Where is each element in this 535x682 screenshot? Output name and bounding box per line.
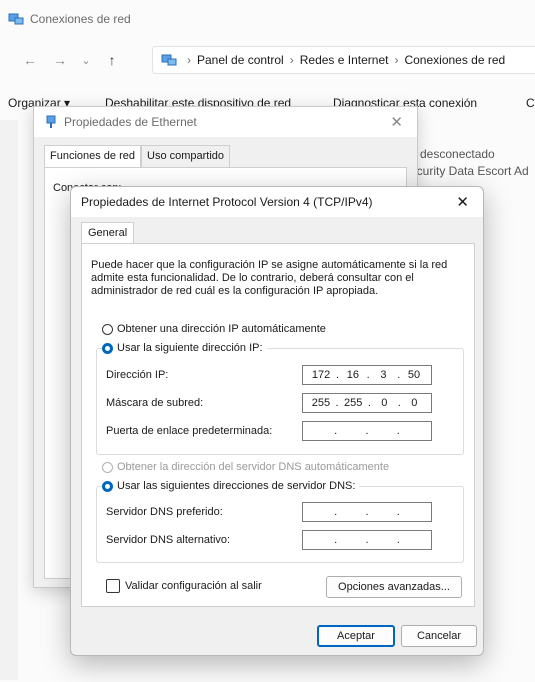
- dns-manual-radio[interactable]: Usar las siguientes direcciones de servi…: [102, 480, 360, 492]
- subnet-field[interactable]: 255. 255. 0. 0: [302, 393, 432, 413]
- arrow-right-icon[interactable]: →: [48, 48, 72, 72]
- dns-auto-radio[interactable]: Obtener la dirección del servidor DNS au…: [102, 461, 389, 473]
- octet: 50: [407, 369, 421, 381]
- control-panel-icon: [161, 54, 177, 66]
- arrow-left-icon[interactable]: ←: [18, 48, 42, 72]
- dns-auto-label: Obtener la dirección del servidor DNS au…: [117, 461, 390, 473]
- explorer-titlebar: Conexiones de red: [0, 0, 535, 38]
- tab-sharing[interactable]: Uso compartido: [141, 145, 231, 167]
- connection-status: d desconectado ecurity Data Escort Ad: [410, 146, 529, 180]
- octet-dot: .: [334, 534, 338, 546]
- network-connections-icon: [8, 13, 24, 25]
- ethernet-dialog-titlebar: Propiedades de Ethernet: [34, 107, 417, 137]
- dns-preferred-field[interactable]: . . .: [302, 502, 432, 522]
- octet-dot: .: [367, 397, 371, 409]
- tab-network-functions[interactable]: Funciones de red: [44, 145, 141, 167]
- address-bar[interactable]: › Panel de control › Redes e Internet › …: [152, 46, 535, 74]
- octet-dot: .: [397, 397, 401, 409]
- gateway-field[interactable]: . . .: [302, 421, 432, 441]
- octet-dot: .: [366, 369, 370, 381]
- ok-button[interactable]: Aceptar: [317, 625, 395, 647]
- octet-dot: .: [336, 369, 340, 381]
- ip-manual-label: Usar la siguiente dirección IP:: [117, 342, 263, 354]
- octet-dot: .: [365, 534, 369, 546]
- dns-preferred-label: Servidor DNS preferido:: [106, 506, 223, 518]
- octet: 16: [346, 369, 359, 381]
- octet-dot: .: [396, 425, 400, 437]
- left-pane: [0, 120, 18, 680]
- octet: 172: [311, 369, 331, 381]
- dns-alternate-field[interactable]: . . .: [302, 530, 432, 550]
- dns-alternate-label: Servidor DNS alternativo:: [106, 534, 231, 546]
- breadcrumb-item[interactable]: Panel de control: [197, 53, 284, 67]
- ipv4-dialog-title: Propiedades de Internet Protocol Version…: [81, 195, 373, 209]
- arrow-up-icon[interactable]: ↑: [100, 48, 124, 72]
- gateway-label: Puerta de enlace predeterminada:: [106, 425, 273, 437]
- window-title: Conexiones de red: [30, 12, 131, 26]
- octet: 0: [381, 397, 388, 409]
- ip-auto-radio[interactable]: Obtener una dirección IP automáticamente: [102, 323, 326, 335]
- more-command[interactable]: C: [526, 96, 535, 110]
- validate-label: Validar configuración al salir: [125, 580, 262, 592]
- octet-dot: .: [335, 397, 339, 409]
- octet-dot: .: [396, 534, 400, 546]
- radio-unchecked-icon: [102, 461, 113, 473]
- ethernet-tabs: Funciones de red Uso compartido: [44, 145, 231, 167]
- subnet-label: Máscara de subred:: [106, 397, 204, 409]
- close-icon[interactable]: ✕: [456, 193, 469, 211]
- breadcrumb-separator-icon: ›: [289, 53, 294, 67]
- dns-groupbox: [96, 486, 464, 563]
- cancel-button[interactable]: Cancelar: [401, 625, 477, 647]
- breadcrumb-separator-icon: ›: [394, 53, 399, 67]
- ip-auto-label: Obtener una dirección IP automáticamente: [117, 323, 326, 335]
- chevron-down-icon[interactable]: ⌄: [74, 48, 98, 72]
- octet-dot: .: [365, 425, 369, 437]
- octet: 0: [411, 397, 418, 409]
- octet-dot: .: [397, 369, 401, 381]
- dns-manual-label: Usar las siguientes direcciones de servi…: [117, 480, 356, 492]
- ip-address-field[interactable]: 172. 16. 3. 50: [302, 365, 432, 385]
- ip-manual-radio[interactable]: Usar la siguiente dirección IP:: [102, 342, 267, 354]
- ipv4-properties-dialog: Propiedades de Internet Protocol Version…: [70, 186, 484, 656]
- validate-checkbox[interactable]: Validar configuración al salir: [106, 579, 262, 593]
- ipv4-dialog-titlebar: Propiedades de Internet Protocol Version…: [71, 187, 483, 217]
- general-tab-panel: Puede hacer que la configuración IP se a…: [81, 243, 475, 607]
- radio-checked-icon: [102, 480, 113, 492]
- breadcrumb-separator-icon: ›: [187, 53, 191, 67]
- octet-dot: .: [396, 506, 400, 518]
- status-line: d desconectado: [410, 147, 495, 161]
- radio-unchecked-icon: [102, 323, 113, 335]
- breadcrumb-item[interactable]: Redes e Internet: [300, 53, 389, 67]
- octet-dot: .: [334, 425, 338, 437]
- octet: 255: [344, 397, 363, 409]
- octet-dot: .: [334, 506, 338, 518]
- ethernet-dialog-title: Propiedades de Ethernet: [64, 115, 197, 129]
- ethernet-icon: [46, 115, 56, 128]
- octet: 255: [311, 397, 331, 409]
- status-line: ecurity Data Escort Ad: [410, 164, 529, 178]
- breadcrumb-item[interactable]: Conexiones de red: [404, 53, 505, 67]
- description-text: Puede hacer que la configuración IP se a…: [91, 259, 448, 297]
- tab-general[interactable]: General: [81, 222, 135, 243]
- close-icon[interactable]: ✕: [390, 113, 403, 131]
- octet: 3: [380, 369, 387, 381]
- checkbox-unchecked-icon: [106, 579, 120, 593]
- radio-checked-icon: [102, 342, 113, 354]
- octet-dot: .: [365, 506, 369, 518]
- ip-address-label: Dirección IP:: [106, 369, 169, 381]
- advanced-options-button[interactable]: Opciones avanzadas...: [326, 576, 462, 598]
